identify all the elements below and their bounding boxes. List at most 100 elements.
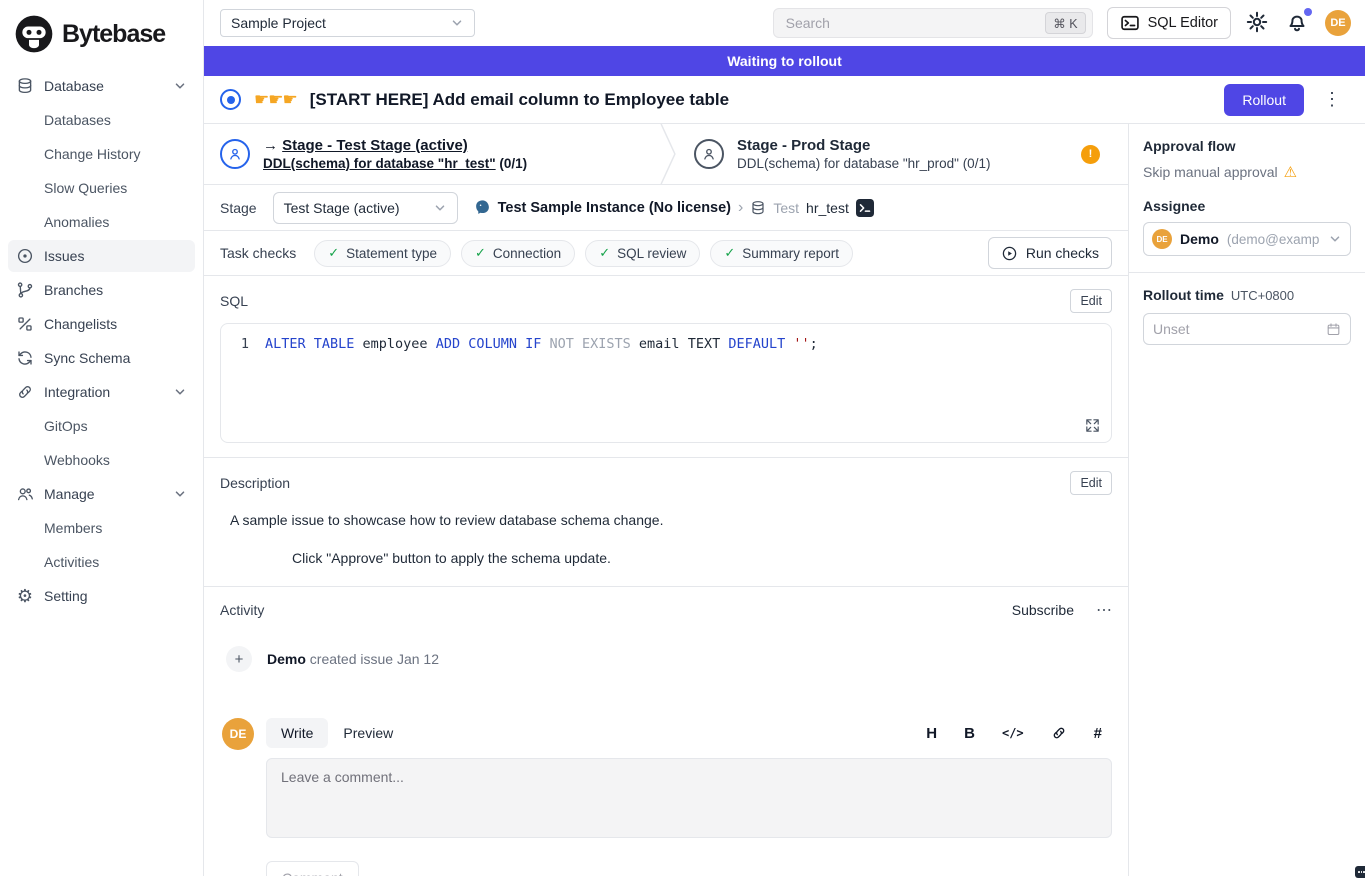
bytebase-logo-icon — [14, 14, 54, 54]
search-input[interactable]: Search ⌘ K — [773, 8, 1093, 38]
description-edit-button[interactable]: Edit — [1070, 471, 1112, 495]
sql-edit-button[interactable]: Edit — [1070, 289, 1112, 313]
sidebar-item-manage[interactable]: Manage — [8, 478, 195, 510]
project-select-value: Sample Project — [231, 15, 326, 31]
kebab-menu-icon[interactable]: ⋮ — [1317, 89, 1347, 110]
check-pill-summary-report[interactable]: ✓Summary report — [710, 240, 853, 267]
notifications-bell-button[interactable] — [1285, 10, 1311, 36]
sidebar-item-slow-queries[interactable]: Slow Queries — [8, 172, 195, 204]
environment-name: Test — [773, 200, 799, 216]
subscribe-button[interactable]: Subscribe — [1012, 602, 1074, 618]
heading-format-icon[interactable]: H — [926, 725, 937, 742]
pointing-finger-icons: ☛☛☛ — [254, 90, 297, 110]
assignee-header: Assignee — [1143, 198, 1351, 214]
sidebar-item-issues[interactable]: Issues — [8, 240, 195, 272]
comment-textarea[interactable] — [266, 758, 1112, 838]
sidebar-item-anomalies[interactable]: Anomalies — [8, 206, 195, 238]
sidebar-item-changelists[interactable]: Changelists — [8, 308, 195, 340]
activity-date: Jan 12 — [397, 651, 439, 667]
description-title: Description — [220, 475, 1070, 491]
check-pill-statement-type[interactable]: ✓Statement type — [314, 240, 451, 267]
comment-submit-button[interactable]: Comment — [266, 861, 359, 876]
description-section: Description Edit A sample issue to showc… — [204, 457, 1128, 586]
rollout-time-header: Rollout time — [1143, 287, 1224, 303]
sidebar-item-branches[interactable]: Branches — [8, 274, 195, 306]
panel-divider — [1129, 272, 1365, 273]
expand-icon[interactable] — [1084, 417, 1101, 434]
tab-preview[interactable]: Preview — [328, 718, 408, 748]
sql-editor-box[interactable]: 1 ALTER TABLE employee ADD COLUMN IF NOT… — [220, 323, 1112, 443]
search-placeholder: Search — [786, 15, 1038, 31]
task-checks-label: Task checks — [220, 245, 296, 261]
approval-flow-header: Approval flow — [1143, 138, 1351, 154]
sidebar-item-members[interactable]: Members — [8, 512, 195, 544]
sql-section: SQL Edit 1 ALTER TABLE employee ADD COLU… — [204, 276, 1128, 457]
database-icon — [16, 77, 34, 95]
sql-editor-button[interactable]: SQL Editor — [1107, 7, 1231, 39]
stage-select-value: Test Stage (active) — [284, 200, 400, 216]
activity-section: Activity Subscribe ⋯ + Demo created issu… — [204, 586, 1128, 876]
play-circle-icon — [1001, 245, 1018, 262]
approval-flow-value: Skip manual approval — [1143, 164, 1278, 180]
terminal-icon — [1120, 13, 1140, 33]
issue-status-icon — [220, 89, 241, 110]
plus-icon: + — [226, 646, 252, 672]
bytebase-logo[interactable]: Bytebase — [0, 8, 203, 68]
run-checks-button[interactable]: Run checks — [988, 237, 1112, 269]
settings-gear-button[interactable] — [1245, 10, 1271, 36]
sidebar-item-activities[interactable]: Activities — [8, 546, 195, 578]
sidebar-item-setting[interactable]: ⚙ Setting — [8, 580, 195, 612]
stage-select[interactable]: Test Stage (active) — [273, 192, 458, 224]
sql-section-title: SQL — [220, 293, 1070, 309]
bold-format-icon[interactable]: B — [964, 725, 975, 742]
assignee-select[interactable]: DE Demo (demo@example — [1143, 222, 1351, 256]
stage-name: Stage - Test Stage (active) — [282, 137, 468, 154]
stage-separator — [660, 124, 678, 184]
rollout-time-picker[interactable]: Unset — [1143, 313, 1351, 345]
stage-selector-row: Stage Test Stage (active) Test Sample In… — [204, 185, 1128, 231]
sidebar-item-webhooks[interactable]: Webhooks — [8, 444, 195, 476]
sidebar-item-gitops[interactable]: GitOps — [8, 410, 195, 442]
stage-card-test[interactable]: → Stage - Test Stage (active) DDL(schema… — [204, 124, 660, 184]
check-icon: ✓ — [328, 245, 339, 261]
assignee-name: Demo — [1180, 231, 1219, 247]
warning-dot-icon: ! — [1081, 145, 1100, 164]
calendar-icon — [1326, 322, 1341, 337]
link-format-icon[interactable] — [1051, 725, 1067, 741]
code-format-icon[interactable]: </> — [1002, 726, 1024, 740]
description-line: A sample issue to showcase how to review… — [230, 512, 1112, 528]
breadcrumb-separator: › — [738, 199, 743, 217]
stage-card-prod[interactable]: Stage - Prod Stage DDL(schema) for datab… — [678, 124, 1128, 184]
check-icon: ✓ — [724, 245, 735, 261]
database-name[interactable]: hr_test — [806, 200, 849, 216]
rollout-time-value: Unset — [1153, 321, 1190, 337]
check-pill-connection[interactable]: ✓Connection — [461, 240, 575, 267]
sql-code-line: 1 ALTER TABLE employee ADD COLUMN IF NOT… — [221, 334, 1111, 354]
more-options-icon[interactable]: ⋯ — [1096, 600, 1112, 620]
sidebar-item-label: Database — [44, 78, 163, 94]
sidebar-nav: Database Databases Change History Slow Q… — [0, 70, 203, 612]
rollout-button[interactable]: Rollout — [1224, 84, 1304, 116]
task-checks-row: Task checks ✓Statement type ✓Connection … — [204, 231, 1128, 276]
logo-text: Bytebase — [62, 20, 165, 49]
issue-icon — [16, 247, 34, 265]
check-pill-sql-review[interactable]: ✓SQL review — [585, 240, 700, 267]
instance-name[interactable]: Test Sample Instance (No license) — [498, 200, 731, 216]
sql-editor-shortcut-icon[interactable] — [856, 199, 874, 217]
tab-write[interactable]: Write — [266, 718, 328, 748]
topbar: Sample Project Search ⌘ K SQL Editor DE — [204, 0, 1365, 46]
sidebar-item-database[interactable]: Database — [8, 70, 195, 102]
sidebar-item-change-history[interactable]: Change History — [8, 138, 195, 170]
stage-strip: → Stage - Test Stage (active) DDL(schema… — [204, 124, 1128, 185]
sidebar-item-sync-schema[interactable]: Sync Schema — [8, 342, 195, 374]
stage-task: DDL(schema) for database "hr_test" — [263, 156, 496, 171]
sidebar-item-databases[interactable]: Databases — [8, 104, 195, 136]
hash-format-icon[interactable]: # — [1094, 725, 1102, 742]
stage-person-icon — [694, 139, 724, 169]
user-avatar[interactable]: DE — [1325, 10, 1351, 36]
main-content: → Stage - Test Stage (active) DDL(schema… — [204, 124, 1128, 876]
sidebar-item-integration[interactable]: Integration — [8, 376, 195, 408]
project-select[interactable]: Sample Project — [220, 9, 475, 37]
chevron-down-icon — [450, 16, 464, 30]
stage-person-icon — [220, 139, 250, 169]
